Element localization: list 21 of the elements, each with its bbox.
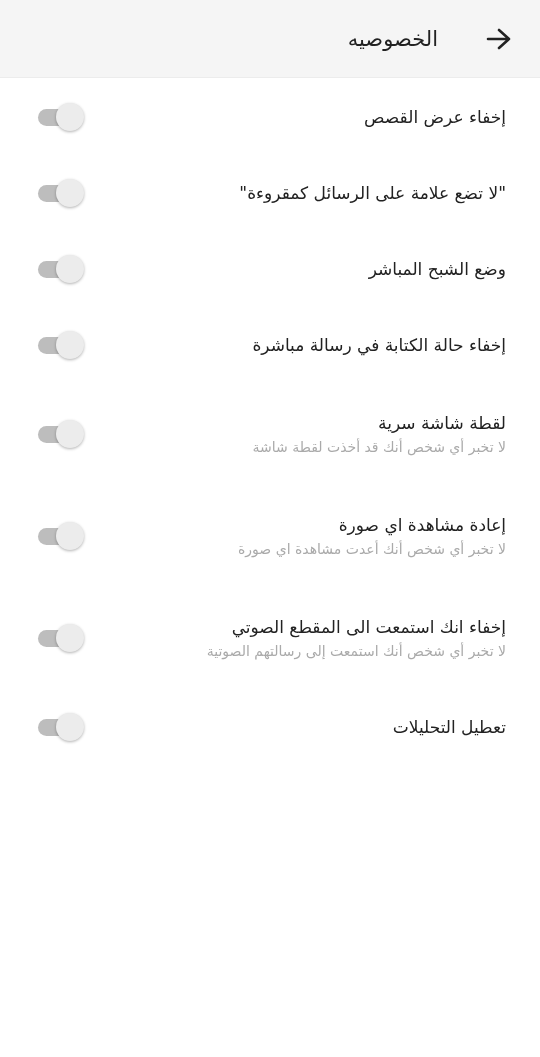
toggle-switch[interactable] (36, 102, 86, 132)
setting-description: لا تخبر أي شخص أنك استمعت إلى رسالتهم الصوتية (206, 643, 506, 659)
back-arrow-icon[interactable] (486, 27, 512, 50)
setting-label: إخفاء عرض القصص (364, 107, 506, 127)
setting-label: وضع الشبح المباشر (368, 259, 506, 279)
setting-label: لقطة شاشة سرية (377, 413, 506, 433)
setting-description: لا تخبر أي شخص أنك أعدت مشاهدة اي صورة (238, 541, 506, 557)
setting-label: إعادة مشاهدة اي صورة (337, 515, 506, 535)
toggle-switch[interactable] (36, 254, 86, 284)
toggle-switch[interactable] (36, 330, 86, 360)
toggle-switch[interactable] (36, 712, 86, 742)
setting-description: لا تخبر أي شخص أنك قد أخذت لقطة شاشة (252, 439, 506, 455)
setting-label: تعطيل التحليلات (392, 717, 506, 737)
screen-title: الخصوصيه (347, 26, 438, 51)
toggle-switch[interactable] (36, 521, 86, 551)
toggle-switch[interactable] (36, 419, 86, 449)
setting-label: إخفاء حالة الكتابة في رسالة مباشرة (252, 335, 506, 355)
toggle-switch[interactable] (36, 623, 86, 653)
setting-label: "لا تضع علامة على الرسائل كمقروءة" (239, 183, 506, 203)
setting-label: إخفاء انك استمعت الى المقطع الصوتي (230, 617, 506, 637)
toggle-switch[interactable] (36, 178, 86, 208)
